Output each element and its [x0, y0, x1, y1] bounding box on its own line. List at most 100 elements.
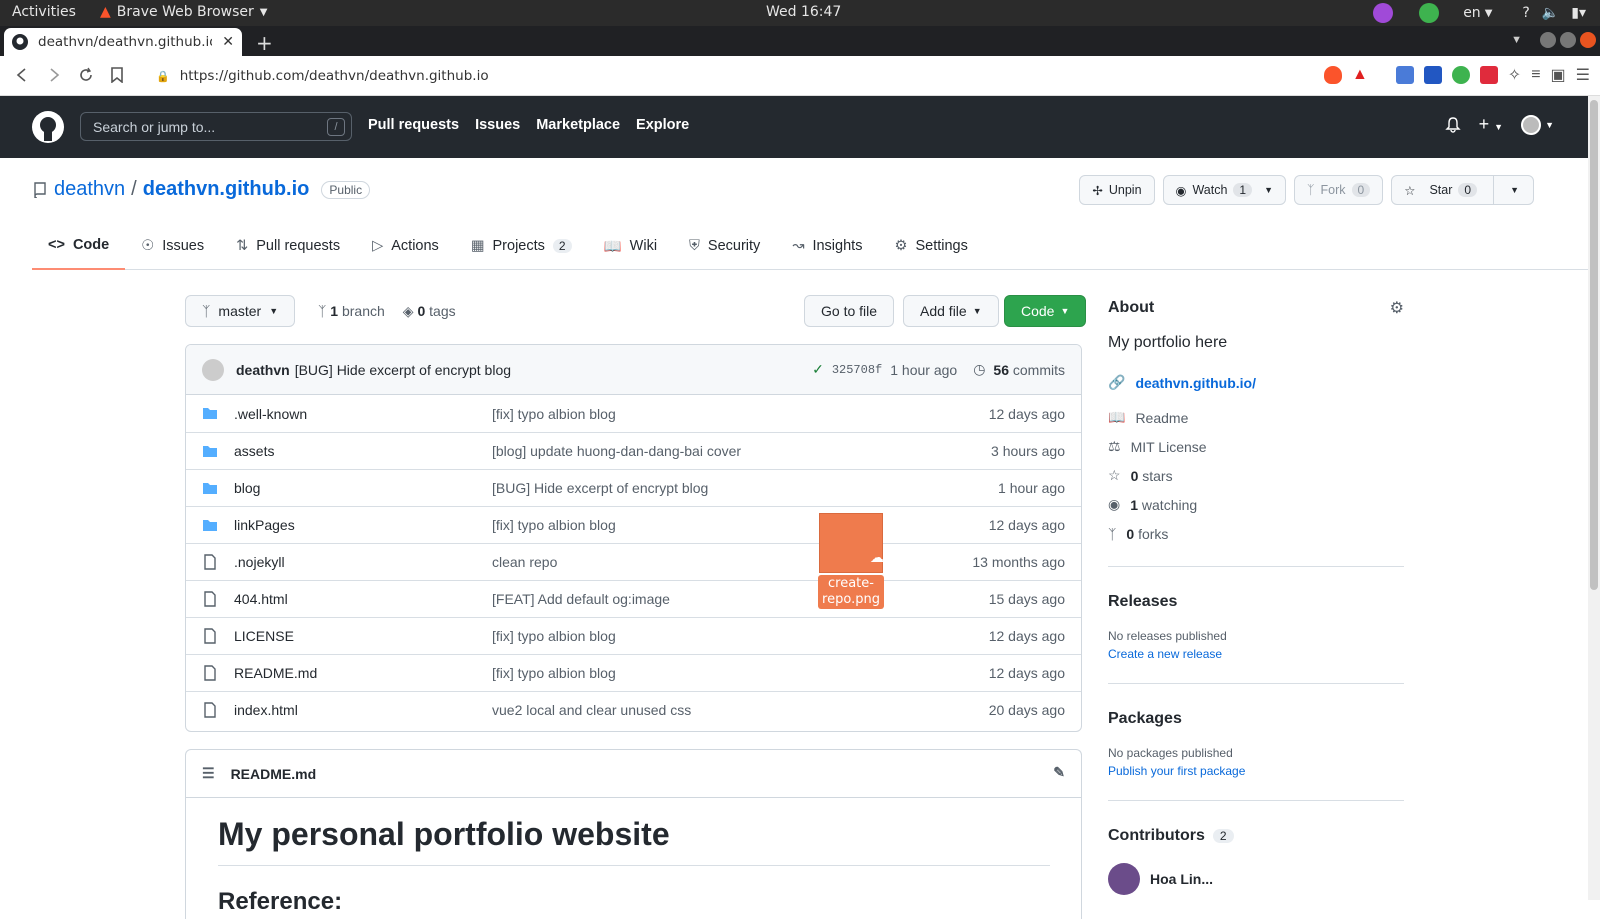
file-name-link[interactable]: linkPages — [234, 517, 295, 533]
table-row[interactable]: .well-known [fix] typo albion blog 12 days… — [186, 395, 1081, 432]
edit-pencil-icon[interactable]: ✎ — [1053, 764, 1065, 781]
branches-link[interactable]: ᛉ 1 branch — [318, 303, 385, 320]
go-to-file-button[interactable]: Go to file — [804, 295, 895, 327]
table-row[interactable]: assets [blog] update huong-dan-dang-bai c… — [186, 432, 1081, 469]
releases-title[interactable]: Releases — [1108, 593, 1404, 611]
battery-icon[interactable]: ▮▾ — [1571, 5, 1586, 21]
file-name-link[interactable]: blog — [234, 480, 260, 496]
file-name-link[interactable]: index.html — [234, 702, 298, 718]
tags-link[interactable]: ◈ 0 tags — [403, 303, 456, 320]
file-name-link[interactable]: .well-known — [234, 406, 307, 422]
commit-author[interactable]: deathvn — [236, 362, 290, 378]
clock[interactable]: Wed 16:47 — [766, 4, 841, 20]
table-row[interactable]: 404.html [FEAT] Add default og:image 15 da… — [186, 580, 1081, 617]
file-commit-message[interactable]: vue2 local and clear unused css — [492, 702, 691, 718]
reload-icon[interactable] — [78, 67, 94, 83]
forks-row[interactable]: ᛉ0 forks — [1108, 519, 1404, 548]
fork-button[interactable]: ᛉ Fork 0 — [1294, 175, 1384, 205]
stars-row[interactable]: ☆ 0 stars — [1108, 461, 1404, 490]
file-name-link[interactable]: README.md — [234, 665, 317, 681]
publish-package-link[interactable]: Publish your first package — [1108, 764, 1404, 778]
file-commit-message[interactable]: [blog] update huong-dan-dang-bai cover — [492, 443, 741, 459]
app-menu[interactable]: ▲ Brave Web Browser ▼ — [100, 4, 267, 20]
table-row[interactable]: LICENSE [fix] typo albion blog 12 days ago — [186, 617, 1081, 654]
unpin-button[interactable]: ✢ Unpin — [1079, 175, 1155, 205]
file-name-link[interactable]: 404.html — [234, 591, 288, 607]
packages-title[interactable]: Packages — [1108, 710, 1404, 728]
page-scrollbar[interactable] — [1588, 96, 1600, 900]
activities-button[interactable]: Activities — [12, 4, 76, 20]
playlist-icon[interactable]: ≡ — [1531, 66, 1540, 84]
language-indicator[interactable]: en — [1463, 5, 1481, 21]
wallet-icon[interactable]: ▣ — [1551, 65, 1566, 85]
table-row[interactable]: blog [BUG] Hide excerpt of encrypt blog 1 … — [186, 469, 1081, 506]
tab-insights[interactable]: ↝ Insights — [776, 222, 878, 270]
table-row[interactable]: .nojekyll clean repo 13 months ago — [186, 543, 1081, 580]
forward-icon[interactable] — [46, 67, 62, 83]
table-row[interactable]: index.html vue2 local and clear unused cs… — [186, 691, 1081, 728]
brave-shields-icon[interactable] — [1323, 66, 1342, 84]
table-row[interactable]: linkPages [fix] typo albion blog 12 days a… — [186, 506, 1081, 543]
extension-translate-icon[interactable] — [1395, 66, 1414, 84]
gear-icon[interactable]: ⚙ — [1390, 298, 1404, 318]
avatar[interactable] — [1108, 863, 1140, 895]
file-commit-message[interactable]: [fix] typo albion blog — [492, 406, 616, 422]
volume-icon[interactable]: 🔈 — [1542, 5, 1559, 21]
tab-wiki[interactable]: 📖 Wiki — [588, 222, 673, 270]
create-release-link[interactable]: Create a new release — [1108, 647, 1404, 661]
new-tab-button[interactable]: + — [256, 31, 273, 55]
readme-filename[interactable]: README.md — [231, 766, 317, 782]
add-file-button[interactable]: Add file ▼ — [903, 295, 999, 327]
file-commit-message[interactable]: [BUG] Hide excerpt of encrypt blog — [492, 480, 708, 496]
scrollbar-thumb[interactable] — [1590, 100, 1598, 590]
firefox-tray-icon[interactable] — [1373, 3, 1394, 23]
contributor-name[interactable]: Hoa Lin... — [1150, 871, 1213, 887]
code-button[interactable]: Code ▼ — [1004, 295, 1087, 327]
back-icon[interactable] — [14, 67, 30, 83]
address-bar[interactable]: 🔒 https://github.com/deathvn/deathvn.git… — [156, 63, 1260, 89]
brave-rewards-icon[interactable]: ▲ — [1352, 66, 1368, 84]
close-window-button[interactable] — [1580, 32, 1596, 48]
file-commit-message[interactable]: clean repo — [492, 554, 557, 570]
minimize-button[interactable] — [1540, 32, 1556, 48]
extensions-puzzle-icon[interactable]: ✧ — [1508, 65, 1521, 85]
tab-issues[interactable]: ☉ Issues — [125, 222, 220, 270]
list-icon[interactable]: ☰ — [202, 765, 215, 782]
nav-issues[interactable]: Issues — [475, 117, 520, 133]
tab-search-icon[interactable]: ▼ — [1511, 34, 1522, 46]
bookmark-icon[interactable] — [110, 67, 124, 83]
file-commit-message[interactable]: [fix] typo albion blog — [492, 628, 616, 644]
maximize-button[interactable] — [1560, 32, 1576, 48]
file-name-link[interactable]: LICENSE — [234, 628, 294, 644]
nav-explore[interactable]: Explore — [636, 117, 689, 133]
file-name-link[interactable]: .nojekyll — [234, 554, 285, 570]
file-commit-message[interactable]: [fix] typo albion blog — [492, 665, 616, 681]
file-name-link[interactable]: assets — [234, 443, 274, 459]
check-tray-icon[interactable] — [1419, 3, 1440, 23]
github-logo-icon[interactable] — [32, 111, 64, 143]
tab-code[interactable]: <> Code — [32, 222, 126, 270]
extension-trello-icon[interactable] — [1423, 66, 1442, 84]
contributors-title[interactable]: Contributors — [1108, 827, 1205, 845]
extension-video-icon[interactable] — [1479, 66, 1498, 84]
star-list-dropdown-icon[interactable]: ▼ — [1502, 185, 1527, 195]
nav-pull-requests[interactable]: Pull requests — [368, 117, 459, 133]
repo-owner-link[interactable]: deathvn — [54, 178, 125, 201]
tab-projects[interactable]: ▦ Projects 2 — [455, 222, 588, 270]
user-avatar-dropdown[interactable]: ▼ — [1521, 114, 1554, 135]
watching-row[interactable]: ◉ 1 watching — [1108, 490, 1404, 519]
tab-actions[interactable]: ▷ Actions — [356, 222, 455, 270]
branch-select-button[interactable]: ᛉ master ▼ — [185, 295, 296, 327]
help-icon[interactable]: ? — [1522, 5, 1529, 21]
file-commit-message[interactable]: [FEAT] Add default og:image — [492, 591, 670, 607]
license-row[interactable]: ⚖ MIT License — [1108, 432, 1404, 461]
nav-marketplace[interactable]: Marketplace — [536, 117, 620, 133]
commit-sha[interactable]: 325708f — [832, 363, 882, 377]
avatar[interactable] — [202, 358, 224, 381]
file-commit-message[interactable]: [fix] typo albion blog — [492, 517, 616, 533]
watch-button[interactable]: ◉ Watch 1 ▼ — [1162, 175, 1287, 205]
menu-icon[interactable]: ☰ — [1576, 65, 1590, 85]
tab-pull-requests[interactable]: ⇅ Pull requests — [220, 222, 356, 270]
star-button[interactable]: ☆ Star 0 ▼ — [1391, 175, 1534, 205]
close-tab-icon[interactable]: ✕ — [222, 34, 234, 50]
